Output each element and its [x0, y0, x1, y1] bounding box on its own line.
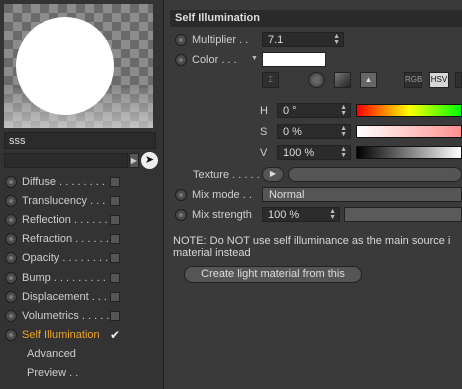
spectrum-icon[interactable] [334, 72, 351, 88]
channel-radio[interactable] [5, 271, 17, 284]
channel-label: Reflection . . . . . . [22, 213, 108, 226]
channel-radio[interactable] [5, 175, 17, 188]
channel-reflection[interactable]: Reflection . . . . . . [0, 210, 164, 229]
material-link-field[interactable] [4, 153, 128, 168]
hue-label: H [260, 105, 268, 117]
color-radio[interactable] [175, 54, 187, 66]
channel-displacement[interactable]: Displacement . . . . [0, 287, 164, 306]
color-picker-icon[interactable]: ⌶ [262, 72, 279, 88]
saturation-label: S [260, 126, 268, 138]
value-gradient-slider[interactable] [356, 146, 462, 159]
channel-list: Diffuse . . . . . . . . Translucency . .… [0, 172, 164, 383]
material-name-field[interactable]: sss [4, 132, 156, 149]
mix-strength-label: Mix strength [192, 209, 252, 221]
channel-diffuse[interactable]: Diffuse . . . . . . . . [0, 172, 164, 191]
hue-gradient-slider[interactable] [356, 104, 462, 117]
create-light-material-button[interactable]: Create light material from this [184, 266, 362, 283]
hue-input[interactable]: 0 ° ▲ ▼ [277, 103, 351, 118]
channel-radio[interactable] [5, 329, 17, 342]
channel-label: Self Illumination [22, 329, 100, 342]
section-header: Self Illumination [170, 10, 462, 27]
channel-label: Refraction . . . . . . [22, 233, 109, 246]
texture-slot[interactable] [288, 167, 462, 182]
channel-opacity[interactable]: Opacity . . . . . . . . [0, 249, 164, 268]
channel-radio[interactable] [5, 290, 17, 303]
chevron-down-icon[interactable]: ▼ [251, 55, 258, 62]
left-panel: sss ▶ ➤ Diffuse . . . . . . . . Transluc… [0, 0, 164, 389]
spinner-icon[interactable]: ▲ ▼ [340, 104, 347, 117]
channel-advanced[interactable]: Advanced [0, 345, 164, 364]
channel-checkbox[interactable] [110, 195, 120, 206]
channel-preview[interactable]: Preview . . [0, 364, 164, 383]
multiplier-value: 7.1 [268, 34, 284, 46]
saturation-gradient-slider[interactable] [356, 125, 462, 138]
channel-refraction[interactable]: Refraction . . . . . . [0, 230, 164, 249]
channel-label: Diffuse . . . . . . . . [22, 175, 105, 188]
channel-checkbox[interactable] [110, 310, 120, 321]
rgb-mode-button[interactable]: RGB [404, 72, 422, 88]
multiplier-radio[interactable] [175, 34, 187, 46]
channel-label: Displacement . . . . [22, 290, 109, 303]
value-input[interactable]: 100 % ▲ ▼ [277, 145, 351, 160]
channel-radio[interactable] [5, 233, 17, 246]
saturation-input[interactable]: 0 % ▲ ▼ [277, 124, 351, 139]
spinner-icon[interactable]: ▲ ▼ [340, 125, 347, 138]
hue-value: 0 ° [283, 105, 297, 117]
color-wheel-icon[interactable] [308, 72, 325, 88]
channel-label: Volumetrics . . . . . . [22, 309, 109, 322]
value-value: 100 % [283, 147, 315, 159]
channel-volumetrics[interactable]: Volumetrics . . . . . . [0, 306, 164, 325]
color-label: Color . . . [192, 54, 237, 66]
checkmark-icon[interactable]: ✔ [110, 329, 120, 341]
material-preview[interactable] [4, 4, 153, 128]
channel-radio[interactable] [5, 213, 17, 226]
extra-mode-button[interactable] [455, 72, 462, 88]
arrow-right-icon[interactable]: ▶ [262, 167, 284, 182]
mix-mode-radio[interactable] [175, 189, 187, 201]
mix-strength-radio[interactable] [175, 209, 187, 221]
channel-checkbox[interactable] [110, 214, 120, 225]
multiplier-label: Multiplier . . [192, 34, 249, 46]
channel-label: Advanced [27, 348, 76, 361]
note-text: NOTE: Do NOT use self illuminance as the… [173, 235, 451, 259]
channel-radio[interactable] [5, 194, 17, 207]
channel-label: Preview . . [27, 367, 79, 380]
channel-checkbox[interactable] [110, 234, 120, 245]
channel-checkbox[interactable] [110, 253, 120, 264]
channel-radio[interactable] [5, 309, 17, 322]
color-swatch[interactable] [262, 52, 326, 67]
mix-mode-label: Mix mode . . [192, 189, 252, 201]
mix-strength-value: 100 % [268, 209, 300, 221]
spinner-icon[interactable]: ▲ ▼ [340, 146, 347, 159]
channel-bump[interactable]: Bump . . . . . . . . . . [0, 268, 164, 287]
saturation-value: 0 % [283, 126, 302, 138]
mix-strength-slider[interactable] [344, 207, 462, 222]
preview-sphere [16, 17, 114, 115]
image-picker-icon[interactable]: ▲ [360, 72, 377, 88]
pick-cursor-icon[interactable]: ➤ [141, 152, 158, 169]
channel-radio[interactable] [5, 252, 17, 265]
channel-checkbox[interactable] [110, 291, 120, 302]
spinner-icon[interactable]: ▲ ▼ [333, 33, 340, 46]
channel-label: Opacity . . . . . . . . [22, 252, 109, 265]
mix-mode-dropdown[interactable]: Normal [262, 187, 462, 202]
channel-label: Translucency . . . . [22, 194, 109, 207]
arrow-right-icon[interactable]: ▶ [129, 153, 139, 168]
channel-checkbox[interactable] [110, 272, 120, 283]
spinner-icon[interactable]: ▲ ▼ [329, 208, 336, 221]
channel-self-illumination[interactable]: Self Illumination ✔ [0, 326, 164, 345]
mix-strength-input[interactable]: 100 % ▲ ▼ [262, 207, 340, 222]
channel-checkbox[interactable] [110, 176, 120, 187]
hsv-mode-button[interactable]: HSV [429, 72, 449, 88]
value-label: V [260, 147, 268, 159]
multiplier-input[interactable]: 7.1 ▲ ▼ [262, 32, 344, 47]
channel-translucency[interactable]: Translucency . . . . [0, 191, 164, 210]
channel-label: Bump . . . . . . . . . . [22, 271, 109, 284]
